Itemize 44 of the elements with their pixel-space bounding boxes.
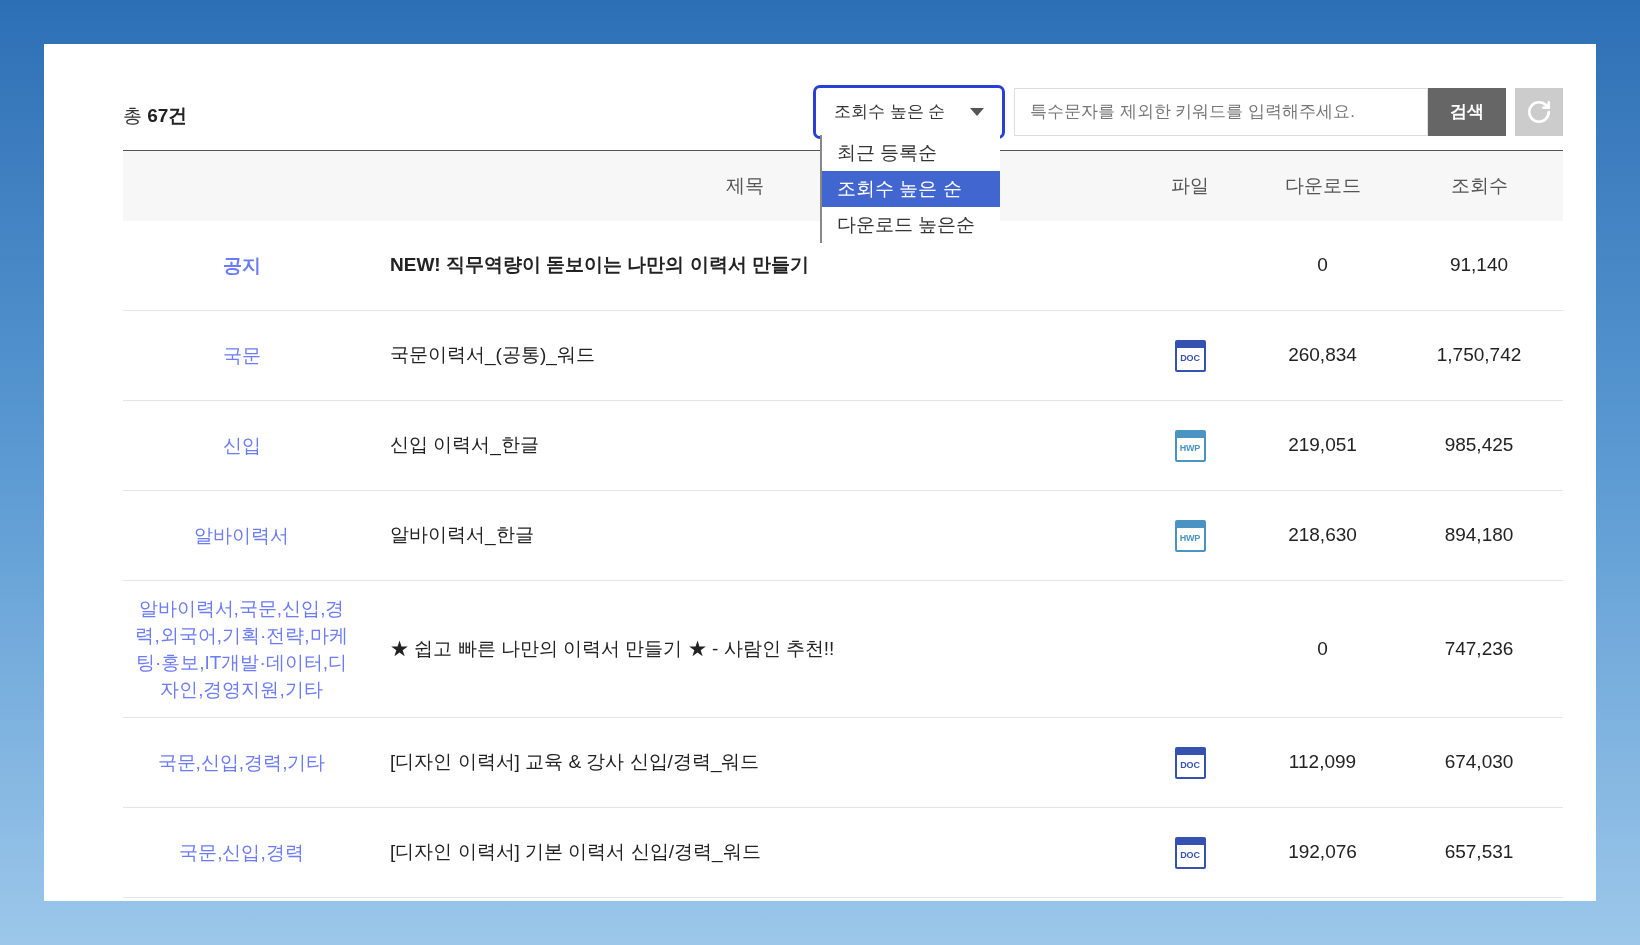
file-type-icon[interactable]: DOC [1174, 746, 1206, 779]
download-count: 219,051 [1288, 433, 1357, 458]
column-header: 조회수 [1450, 173, 1508, 198]
total-count: 총 67건 [123, 103, 188, 128]
post-title-link[interactable]: ★ 쉽고 빠른 나만의 이력서 만들기 ★ - 사람인 추천!! [390, 637, 835, 659]
post-title-link[interactable]: 국문이력서_(공통)_워드 [390, 344, 595, 366]
view-count: 985,425 [1444, 433, 1514, 458]
category-link[interactable]: 국문,신입,경력 [179, 839, 304, 866]
column-header: 제목 [726, 173, 764, 198]
view-count: 91,140 [1449, 253, 1509, 278]
sort-select[interactable]: 조회수 높은 순 [813, 85, 1005, 139]
view-count: 747,236 [1444, 636, 1514, 661]
caret-icon [970, 108, 984, 116]
post-title-link[interactable]: [디자인 이력서] 교육 & 강사 신입/경력_워드 [390, 751, 760, 773]
search-button[interactable]: 검색 [1428, 88, 1506, 136]
post-title-link[interactable]: [디자인 이력서] 기본 이력서 신입/경력_워드 [390, 841, 761, 863]
reset-icon [1526, 99, 1552, 125]
category-link[interactable]: 국문 [222, 342, 261, 369]
file-type-icon[interactable]: DOC [1174, 836, 1206, 869]
post-title-link[interactable]: 알바이력서_한글 [390, 524, 534, 546]
view-count: 674,030 [1444, 750, 1514, 775]
view-count: 657,531 [1444, 840, 1514, 865]
download-count: 0 [1317, 253, 1328, 278]
download-count: 260,834 [1288, 343, 1357, 368]
category-link[interactable]: 신입 [222, 432, 261, 459]
sort-option[interactable]: 다운로드 높은순 [822, 207, 1000, 243]
post-title-link[interactable]: 신입 이력서_한글 [390, 434, 539, 456]
search-field[interactable]: 특수문자를 제외한 키워드를 입력해주세요. [1014, 88, 1428, 136]
category-link[interactable]: 국문,신입,경력,기타 [157, 749, 326, 776]
category-link[interactable]: 공지 [222, 252, 261, 279]
download-count: 112,099 [1288, 750, 1357, 775]
reset-button[interactable] [1515, 88, 1563, 136]
download-count: 192,076 [1288, 840, 1357, 865]
file-type-icon[interactable]: DOC [1174, 339, 1206, 372]
category-link[interactable]: 알바이력서 [194, 522, 289, 549]
view-count: 1,750,742 [1436, 343, 1522, 368]
column-header: 파일 [1171, 173, 1209, 198]
sort-option[interactable]: 조회수 높은 순 [822, 171, 1000, 207]
category-link[interactable]: 알바이력서,국문,신입,경력,외국어,기획·전략,마케팅·홍보,IT개발·데이터,디자인,경영지원,기타 [135, 595, 348, 703]
download-count: 0 [1317, 636, 1328, 661]
view-count: 894,180 [1444, 523, 1514, 548]
post-title-link[interactable]: NEW! 직무역량이 돋보이는 나만의 이력서 만들기 [390, 254, 810, 276]
download-count: 218,630 [1288, 523, 1357, 548]
column-header: 다운로드 [1284, 173, 1361, 198]
